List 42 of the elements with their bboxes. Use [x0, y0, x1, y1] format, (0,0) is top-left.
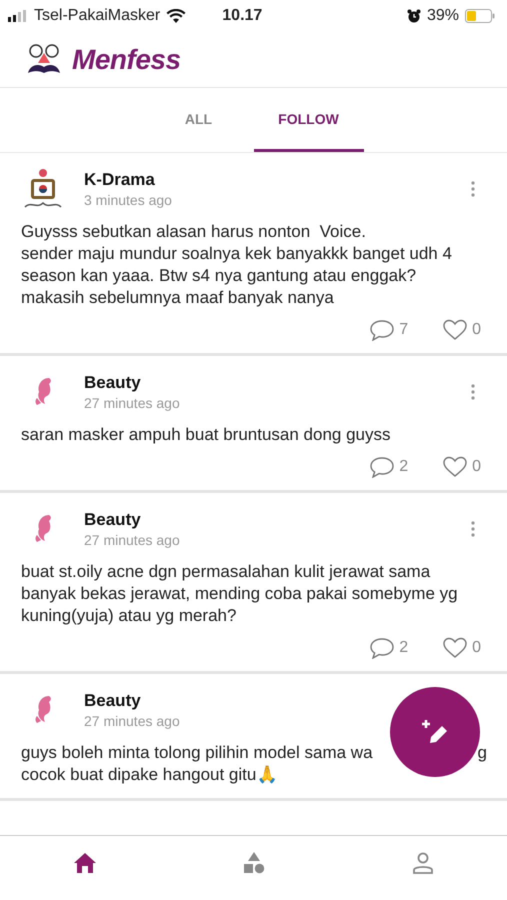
- more-icon[interactable]: [471, 181, 475, 197]
- battery-icon: [465, 9, 495, 23]
- clock-time: 10.17: [222, 7, 262, 25]
- woman-profile-icon: [34, 514, 53, 543]
- comment-icon[interactable]: [369, 637, 396, 659]
- post-text: cocok buat dipake hangout gitu🙏: [21, 764, 278, 786]
- signal-icon: [8, 10, 28, 22]
- battery-percent: 39%: [426, 7, 459, 25]
- like-count: 0: [472, 321, 481, 339]
- post-text: guys boleh minta tolong pilihin model sama wa: [21, 742, 373, 764]
- comment-count: 2: [399, 458, 408, 476]
- comment-icon[interactable]: [369, 319, 396, 341]
- post-text: buat st.oily acne dgn permasalahan kulit jerawat sama banyak bekas jerawat, mending coba pakai somebyme yg kuning(yuja) atau yg merah?: [21, 561, 459, 627]
- feed-tab[interactable]: FOLLOW: [254, 88, 364, 152]
- post-time: 27 minutes ago: [84, 713, 181, 729]
- author-name: Beauty: [84, 373, 142, 393]
- carrier-name: Tsel-PakaiMasker: [34, 7, 160, 25]
- alarm-icon: [406, 9, 421, 23]
- comment-count: 2: [399, 639, 408, 657]
- comment-count: 7: [399, 321, 408, 339]
- post-time: 3 minutes ago: [84, 192, 173, 208]
- like-count: 0: [472, 458, 481, 476]
- more-icon[interactable]: [471, 521, 475, 537]
- woman-profile-icon: [34, 695, 53, 724]
- post-text: g: [478, 742, 487, 764]
- post-time: 27 minutes ago: [84, 395, 181, 411]
- post-time: 27 minutes ago: [84, 532, 181, 548]
- comment-icon[interactable]: [369, 456, 396, 478]
- app-title: Menfess: [72, 44, 181, 76]
- woman-profile-icon: [34, 377, 53, 406]
- heart-icon[interactable]: [442, 319, 468, 341]
- like-count: 0: [472, 639, 481, 657]
- post-text: saran masker ampuh buat bruntusan dong guyss: [21, 424, 391, 446]
- heart-icon[interactable]: [442, 456, 468, 478]
- author-name: Beauty: [84, 510, 142, 530]
- author-name: Beauty: [84, 691, 142, 711]
- heart-icon[interactable]: [442, 637, 468, 659]
- post-text: Guysss sebutkan alasan harus nonton Voice. sender maju mundur soalnya kek banyakkk banget udh 4 season kan yaaa. Btw s4 nya gantung atau enggak? makasih sebelumnya maaf banyak nanya: [21, 221, 453, 309]
- author-name: K-Drama: [84, 170, 156, 190]
- feed-tab[interactable]: ALL: [144, 88, 254, 152]
- more-icon[interactable]: [471, 384, 475, 400]
- wifi-icon: [166, 9, 186, 23]
